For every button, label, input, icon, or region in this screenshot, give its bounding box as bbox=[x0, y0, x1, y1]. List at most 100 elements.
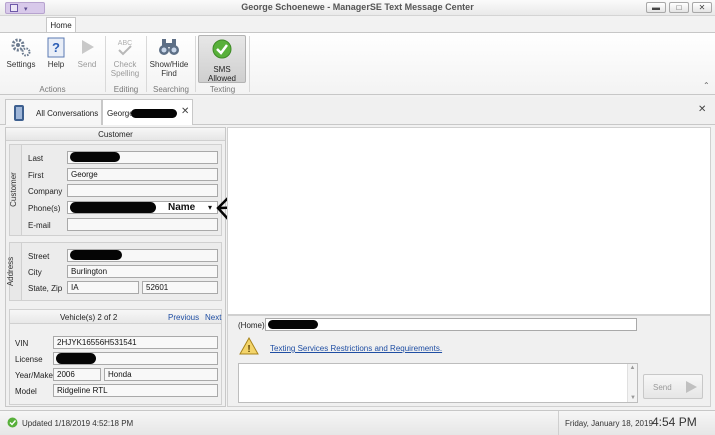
first-label: First bbox=[28, 171, 44, 180]
vin-field[interactable]: 2HJYK16556H531541 bbox=[53, 336, 218, 349]
first-name-field[interactable]: George bbox=[67, 168, 218, 181]
tab-all-conversations[interactable]: All Conversations bbox=[5, 99, 102, 125]
email-label: E-mail bbox=[28, 221, 51, 230]
scroll-up-icon[interactable]: ▲ bbox=[628, 364, 637, 372]
year-make-label: Year/Make bbox=[15, 371, 53, 380]
recipient-label: (Home) bbox=[238, 321, 265, 330]
warning-icon: ! bbox=[239, 336, 259, 355]
settings-label: Settings bbox=[6, 60, 36, 69]
ribbon-tab-home[interactable]: Home bbox=[46, 17, 76, 33]
last-label: Last bbox=[28, 154, 44, 163]
customer-section: Customer Last First George Company Phone… bbox=[9, 144, 222, 236]
company-field[interactable] bbox=[67, 184, 218, 197]
group-separator bbox=[105, 36, 106, 92]
chevron-down-icon[interactable]: ▾ bbox=[208, 202, 212, 213]
customer-header: Customer bbox=[6, 128, 225, 141]
state-zip-label: State, Zip bbox=[28, 284, 63, 293]
close-all-icon[interactable]: ✕ bbox=[698, 104, 706, 115]
tab-label: George bbox=[107, 109, 134, 118]
group-label-actions: Actions bbox=[39, 85, 66, 94]
minimize-icon: ▬ bbox=[652, 3, 660, 12]
updated-status: Updated 1/18/2019 4:52:18 PM bbox=[22, 419, 134, 428]
vin-label: VIN bbox=[15, 339, 29, 348]
phone-name-annotation: Name bbox=[168, 202, 196, 213]
make-field[interactable]: Honda bbox=[104, 368, 218, 381]
customer-panel: Customer Customer Last First George Comp… bbox=[5, 127, 226, 407]
previous-link[interactable]: Previous bbox=[168, 313, 199, 322]
status-date: Friday, January 18, 2019 bbox=[565, 419, 653, 428]
check-spelling-button[interactable]: ABC Check Spelling bbox=[108, 36, 142, 78]
check-spelling-label-1: Check bbox=[113, 60, 137, 69]
settings-button[interactable]: Settings bbox=[4, 36, 38, 69]
send-arrow-icon bbox=[76, 36, 98, 58]
send-button[interactable]: Send bbox=[643, 374, 703, 399]
zip-field[interactable]: 52601 bbox=[142, 281, 218, 294]
collapse-ribbon-icon[interactable]: ⌃ bbox=[703, 81, 710, 90]
send-arrow-icon bbox=[684, 380, 698, 396]
status-divider bbox=[558, 411, 559, 435]
minimize-button[interactable]: ▬ bbox=[646, 2, 666, 13]
help-icon: ? bbox=[45, 36, 67, 58]
send-ribbon-button[interactable]: Send bbox=[74, 36, 100, 69]
street-label: Street bbox=[28, 252, 50, 261]
vehicle-section: Vehicle(s) 2 of 2 Previous Next VIN 2HJY… bbox=[9, 309, 222, 405]
help-button[interactable]: ? Help bbox=[42, 36, 70, 69]
restrictions-link[interactable]: Texting Services Restrictions and Requir… bbox=[270, 344, 442, 353]
close-tab-icon[interactable]: ✕ bbox=[181, 106, 189, 117]
next-link[interactable]: Next bbox=[205, 313, 221, 322]
message-input[interactable]: ▲ ▼ bbox=[238, 363, 638, 403]
address-section: Address Street City Burlington State, Zi… bbox=[6, 242, 222, 301]
group-label-searching: Searching bbox=[152, 85, 190, 94]
scroll-down-icon[interactable]: ▼ bbox=[628, 394, 638, 402]
status-bar: Updated 1/18/2019 4:52:18 PM Friday, Jan… bbox=[0, 410, 715, 435]
window-title: George Schoenewe - ManagerSE Text Messag… bbox=[241, 2, 474, 12]
group-separator bbox=[195, 36, 196, 92]
tab-customer-conversation[interactable]: George ✕ bbox=[102, 99, 193, 125]
message-scrollbar[interactable]: ▲ ▼ bbox=[627, 364, 637, 402]
phones-dropdown[interactable]: Name ▾ bbox=[67, 201, 218, 214]
maximize-button[interactable]: □ bbox=[669, 2, 689, 13]
conversation-tabs: All Conversations George ✕ ✕ bbox=[0, 97, 715, 125]
redacted-recipient bbox=[268, 320, 318, 329]
license-field[interactable] bbox=[53, 352, 218, 365]
email-field[interactable] bbox=[67, 218, 218, 231]
binoculars-icon bbox=[158, 36, 180, 58]
vehicle-count: Vehicle(s) 2 of 2 bbox=[60, 313, 118, 322]
group-separator bbox=[146, 36, 147, 92]
send-button-label: Send bbox=[653, 383, 672, 392]
sms-allowed-toggle[interactable]: SMS Allowed bbox=[198, 35, 246, 83]
customer-section-label: Customer bbox=[9, 145, 22, 235]
phone-icon bbox=[14, 105, 24, 121]
show-hide-find-button[interactable]: Show/Hide Find bbox=[148, 36, 190, 78]
state-field[interactable]: IA bbox=[67, 281, 139, 294]
check-circle-icon bbox=[212, 39, 232, 59]
close-icon: ✕ bbox=[698, 3, 706, 12]
close-window-button[interactable]: ✕ bbox=[692, 2, 712, 13]
address-section-label: Address bbox=[6, 243, 22, 300]
group-label-editing: Editing bbox=[113, 85, 139, 94]
ribbon-tab-strip bbox=[0, 16, 715, 32]
last-name-field[interactable] bbox=[67, 151, 218, 164]
help-label: Help bbox=[47, 60, 65, 69]
company-label: Company bbox=[28, 187, 63, 196]
send-label: Send bbox=[77, 60, 97, 69]
maximize-icon: □ bbox=[676, 3, 682, 12]
show-hide-label-2: Find bbox=[161, 69, 177, 78]
model-label: Model bbox=[15, 387, 37, 396]
year-field[interactable]: 2006 bbox=[53, 368, 101, 381]
message-history[interactable] bbox=[227, 127, 711, 315]
tab-label: All Conversations bbox=[36, 109, 99, 118]
redacted-license bbox=[56, 353, 96, 364]
redacted-name bbox=[131, 109, 177, 118]
recipient-field[interactable] bbox=[265, 318, 637, 331]
redacted-street bbox=[70, 250, 122, 260]
model-field[interactable]: Ridgeline RTL bbox=[53, 384, 218, 397]
redacted-phone bbox=[70, 202, 156, 213]
city-field[interactable]: Burlington bbox=[67, 265, 218, 278]
vehicle-header: Vehicle(s) 2 of 2 Previous Next bbox=[10, 310, 221, 324]
group-label-texting: Texting bbox=[209, 85, 236, 94]
status-time: 4:54 PM bbox=[652, 415, 697, 429]
street-field[interactable] bbox=[67, 249, 218, 262]
ribbon: Settings ? Help Send ABC Check Spelling … bbox=[0, 32, 715, 95]
compose-panel: (Home) ! Texting Services Restrictions a… bbox=[227, 315, 711, 407]
